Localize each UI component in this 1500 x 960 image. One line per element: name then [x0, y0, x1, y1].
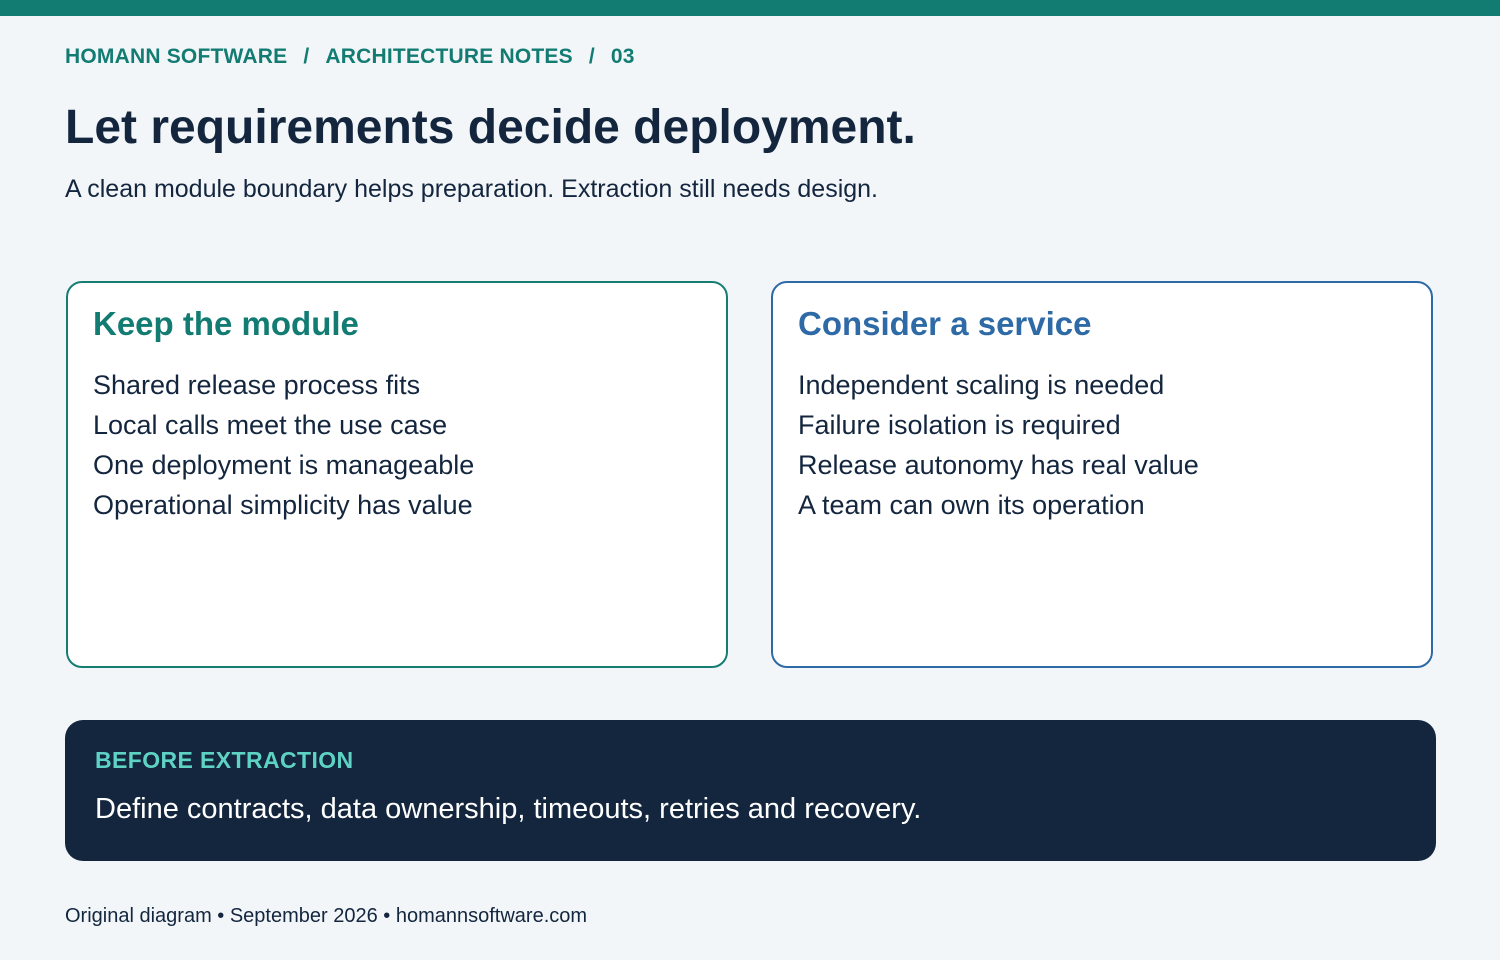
consider-service-card: Consider a service Independent scaling i… [771, 281, 1433, 668]
list-item: Local calls meet the use case [93, 410, 448, 440]
before-extraction-callout: BEFORE EXTRACTION Define contracts, data… [65, 720, 1436, 861]
callout-text: Define contracts, data ownership, timeou… [95, 793, 922, 825]
top-accent-bar [0, 0, 1500, 16]
keep-module-card: Keep the module Shared release process f… [66, 281, 728, 668]
list-item: One deployment is manageable [93, 450, 475, 480]
list-item: Shared release process fits [93, 370, 421, 400]
breadcrumb-separator: / [588, 45, 595, 68]
breadcrumb: HOMANN SOFTWARE / ARCHITECTURE NOTES / 03 [65, 45, 635, 69]
breadcrumb-section: ARCHITECTURE NOTES [325, 45, 573, 68]
breadcrumb-separator: / [303, 45, 310, 68]
breadcrumb-number: 03 [610, 45, 635, 68]
list-item: A team can own its operation [798, 490, 1145, 520]
keep-module-card-title: Keep the module [93, 305, 359, 342]
consider-service-card-title: Consider a service [798, 305, 1092, 342]
page-subtitle: A clean module boundary helps preparatio… [65, 175, 879, 203]
consider-service-criteria-list: Independent scaling is needed Failure is… [798, 365, 1199, 525]
footer-credits: Original diagram • September 2026 • homa… [65, 905, 588, 927]
keep-module-criteria-list: Shared release process fits Local calls … [93, 365, 474, 525]
breadcrumb-company: HOMANN SOFTWARE [65, 45, 288, 68]
callout-label: BEFORE EXTRACTION [95, 747, 354, 773]
list-item: Independent scaling is needed [798, 370, 1165, 400]
list-item: Operational simplicity has value [93, 490, 473, 520]
list-item: Release autonomy has real value [798, 450, 1199, 480]
list-item: Failure isolation is required [798, 410, 1121, 440]
page-title: Let requirements decide deployment. [65, 101, 916, 154]
